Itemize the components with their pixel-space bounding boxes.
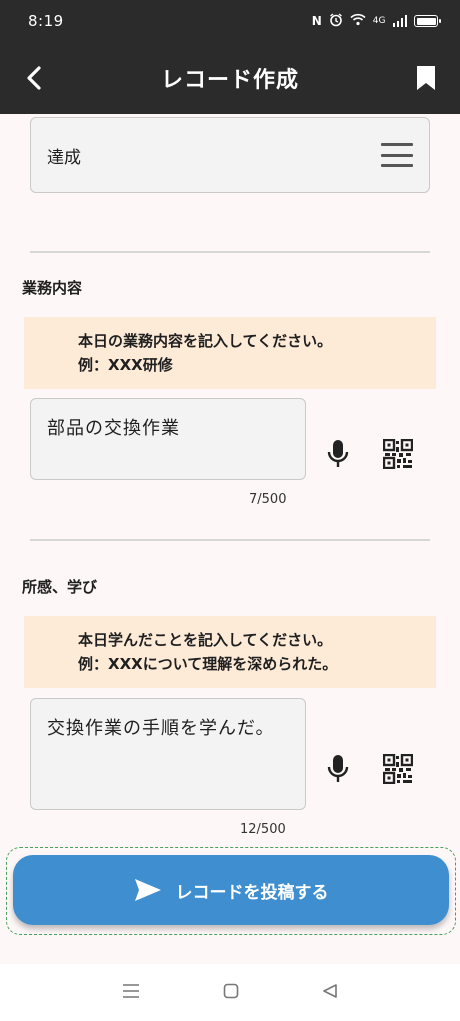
learning-hint-line2: 例：XXXについて理解を深められた。 <box>78 655 338 673</box>
divider <box>30 539 430 541</box>
battery-icon <box>414 15 441 27</box>
work-mic-button[interactable] <box>320 436 356 472</box>
post-record-label: レコードを投稿する <box>175 882 329 903</box>
work-hint-line1: 本日の業務内容を記入してください。 <box>78 332 333 350</box>
submit-focus-outline: レコードを投稿する <box>6 847 456 935</box>
achievement-value: 達成 <box>47 147 81 168</box>
app-bar: レコード作成 <box>0 42 460 114</box>
achievement-select[interactable]: 達成 <box>30 117 430 193</box>
work-input[interactable]: 部品の交換作業 <box>30 398 306 480</box>
post-record-button[interactable]: レコードを投稿する <box>13 855 449 925</box>
divider <box>30 251 430 253</box>
chevron-left-icon <box>27 66 41 90</box>
learning-qr-button[interactable] <box>380 751 416 787</box>
hamburger-icon[interactable] <box>381 143 413 167</box>
back-button[interactable] <box>14 58 54 98</box>
wifi-icon <box>350 13 366 29</box>
send-icon <box>134 879 161 901</box>
bookmark-icon <box>417 66 435 90</box>
status-bar: 8:19 N 4G <box>0 0 460 42</box>
learning-hint-line1: 本日学んだことを記入してください。 <box>78 631 333 649</box>
record-create-screen: 8:19 N 4G レコード作成 達成 業務内容 本日の業務内容を記入してくださ… <box>0 0 460 1021</box>
alarm-icon <box>329 12 343 30</box>
learning-section-label: 所感、学び <box>22 578 98 596</box>
system-nav-bar <box>0 964 460 1021</box>
signal-icon <box>392 15 407 27</box>
nav-back-button[interactable] <box>322 983 338 1003</box>
menu-icon <box>122 984 139 998</box>
back-triangle-icon <box>323 983 338 998</box>
work-hint-line2: 例：XXX研修 <box>78 356 173 374</box>
volte-icon: 4G <box>372 16 386 26</box>
qr-code-icon <box>383 439 413 469</box>
page-title: レコード作成 <box>160 68 299 93</box>
qr-code-icon <box>383 754 413 784</box>
form-content[interactable]: 達成 業務内容 本日の業務内容を記入してください。 例：XXX研修 部品の交換作… <box>0 114 460 964</box>
nav-home-button[interactable] <box>223 983 239 1003</box>
status-icons: N 4G <box>311 12 441 30</box>
learning-mic-button[interactable] <box>320 751 356 787</box>
microphone-icon <box>327 755 349 782</box>
work-qr-button[interactable] <box>380 436 416 472</box>
learning-input[interactable]: 交換作業の手順を学んだ。 <box>30 698 306 810</box>
work-hint: 本日の業務内容を記入してください。 例：XXX研修 <box>24 317 436 389</box>
home-square-icon <box>223 983 239 998</box>
bookmark-button[interactable] <box>406 58 446 98</box>
nfc-icon: N <box>311 14 322 28</box>
work-section-label: 業務内容 <box>22 279 83 297</box>
work-char-counter: 7/500 <box>249 492 287 507</box>
learning-hint: 本日学んだことを記入してください。 例：XXXについて理解を深められた。 <box>24 616 436 688</box>
microphone-icon <box>327 440 349 467</box>
status-time: 8:19 <box>28 12 64 30</box>
learning-char-counter: 12/500 <box>240 822 286 837</box>
nav-menu-button[interactable] <box>122 983 140 1002</box>
